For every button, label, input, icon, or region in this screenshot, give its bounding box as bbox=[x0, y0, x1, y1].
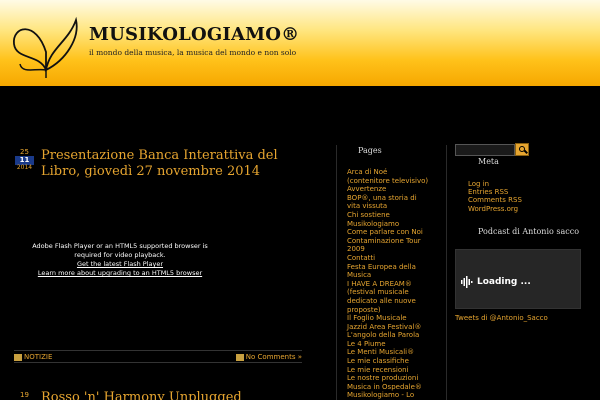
post2-date: 19 bbox=[20, 391, 29, 399]
comment-icon bbox=[235, 353, 244, 361]
meta-list: Log in Entries RSS Comments RSS WordPres… bbox=[468, 180, 522, 213]
search-icon-handle bbox=[524, 149, 528, 154]
meta-link-comments-rss[interactable]: Comments RSS bbox=[468, 196, 522, 204]
page-link[interactable]: Musikologiamo - Lo bbox=[347, 391, 442, 400]
column-divider bbox=[446, 145, 447, 400]
folder-icon bbox=[14, 353, 22, 361]
meta-heading: Meta bbox=[478, 157, 499, 166]
post-category: NOTIZIE bbox=[14, 353, 52, 361]
butterfly-logo-icon[interactable] bbox=[6, 12, 86, 82]
page-link[interactable]: vita vissuta bbox=[347, 202, 442, 211]
page-link[interactable]: Il Foglio Musicale bbox=[347, 314, 442, 323]
page-link[interactable]: L'angolo della Parola bbox=[347, 331, 442, 340]
page-link[interactable]: Chi sostiene bbox=[347, 211, 442, 220]
page-link[interactable]: Le mie classifiche bbox=[347, 357, 442, 366]
page-link[interactable]: Le mie recensioni bbox=[347, 366, 442, 375]
page-link[interactable]: Come parlare con Noi bbox=[347, 228, 442, 237]
page-link[interactable]: dedicato alle nuove bbox=[347, 297, 442, 306]
search-input[interactable] bbox=[455, 144, 515, 156]
loading-text: Loading ... bbox=[477, 277, 531, 287]
post-footer: NOTIZIE No Comments » bbox=[14, 350, 302, 363]
page-link[interactable]: BOP®, una storia di bbox=[347, 194, 442, 203]
podcast-widget[interactable]: Loading ... bbox=[455, 249, 581, 309]
page-link[interactable]: Musica in Ospedale® bbox=[347, 383, 442, 392]
pages-list: Arca di Noé (contenitore televisivo) Avv… bbox=[347, 168, 442, 400]
site-header: MUSIKOLOGIAMO® il mondo della musica, la… bbox=[0, 0, 600, 86]
page-link[interactable]: Contatti bbox=[347, 254, 442, 263]
page-link[interactable]: proposte) bbox=[347, 306, 442, 315]
page-link[interactable]: Arca di Noé bbox=[347, 168, 442, 177]
page-link[interactable]: I HAVE A DREAM® bbox=[347, 280, 442, 289]
flash-notice-line2: required for video playback. bbox=[74, 251, 166, 259]
video-player-placeholder: Adobe Flash Player or an HTML5 supported… bbox=[20, 242, 220, 278]
flash-notice-line1: Adobe Flash Player or an HTML5 supported… bbox=[32, 242, 208, 250]
meta-link-login[interactable]: Log in bbox=[468, 180, 522, 188]
page-link[interactable]: Festa Europea della bbox=[347, 263, 442, 272]
page-link[interactable]: Le 4 Piume bbox=[347, 340, 442, 349]
column-divider bbox=[336, 145, 337, 400]
meta-link-wordpress[interactable]: WordPress.org bbox=[468, 205, 522, 213]
page-link[interactable]: Le Menti Musicali® bbox=[347, 348, 442, 357]
post-date-day: 25 bbox=[20, 148, 29, 156]
get-flash-link[interactable]: Get the latest Flash Player bbox=[20, 260, 220, 269]
site-title[interactable]: MUSIKOLOGIAMO® bbox=[89, 24, 299, 45]
comments-link[interactable]: No Comments » bbox=[246, 353, 302, 361]
post-date-year: 2014 bbox=[16, 164, 33, 171]
search-button[interactable] bbox=[515, 143, 529, 156]
page-link[interactable]: (festival musicale bbox=[347, 288, 442, 297]
page-link[interactable]: Musikologiamo bbox=[347, 220, 442, 229]
page-link[interactable]: Jazzid Area Festival® bbox=[347, 323, 442, 332]
page-link[interactable]: Musica bbox=[347, 271, 442, 280]
post-comments: No Comments » bbox=[235, 353, 302, 361]
page-link[interactable]: 2009 bbox=[347, 245, 442, 254]
post-date: 25 11 2014 bbox=[15, 149, 34, 171]
post2-title-link[interactable]: Rosso 'n' Harmony Unplugged bbox=[41, 390, 321, 400]
html5-upgrade-link[interactable]: Learn more about upgrading to an HTML5 b… bbox=[20, 269, 220, 278]
meta-link-entries-rss[interactable]: Entries RSS bbox=[468, 188, 522, 196]
tweets-link[interactable]: Tweets di @Antonio_Sacco bbox=[455, 314, 548, 322]
soundwave-icon bbox=[461, 276, 473, 288]
pages-heading: Pages bbox=[358, 146, 382, 155]
page-link[interactable]: Le nostre produzioni bbox=[347, 374, 442, 383]
page-link[interactable]: Avvertenze bbox=[347, 185, 442, 194]
site-tagline: il mondo della musica, la musica del mon… bbox=[89, 48, 297, 57]
page-link[interactable]: Contaminazione Tour bbox=[347, 237, 442, 246]
page-link[interactable]: (contenitore televisivo) bbox=[347, 177, 442, 186]
podcast-heading: Podcast di Antonio sacco bbox=[478, 227, 580, 236]
category-link[interactable]: NOTIZIE bbox=[24, 353, 52, 361]
post-title-link[interactable]: Presentazione Banca Interattiva del Libr… bbox=[41, 148, 321, 180]
